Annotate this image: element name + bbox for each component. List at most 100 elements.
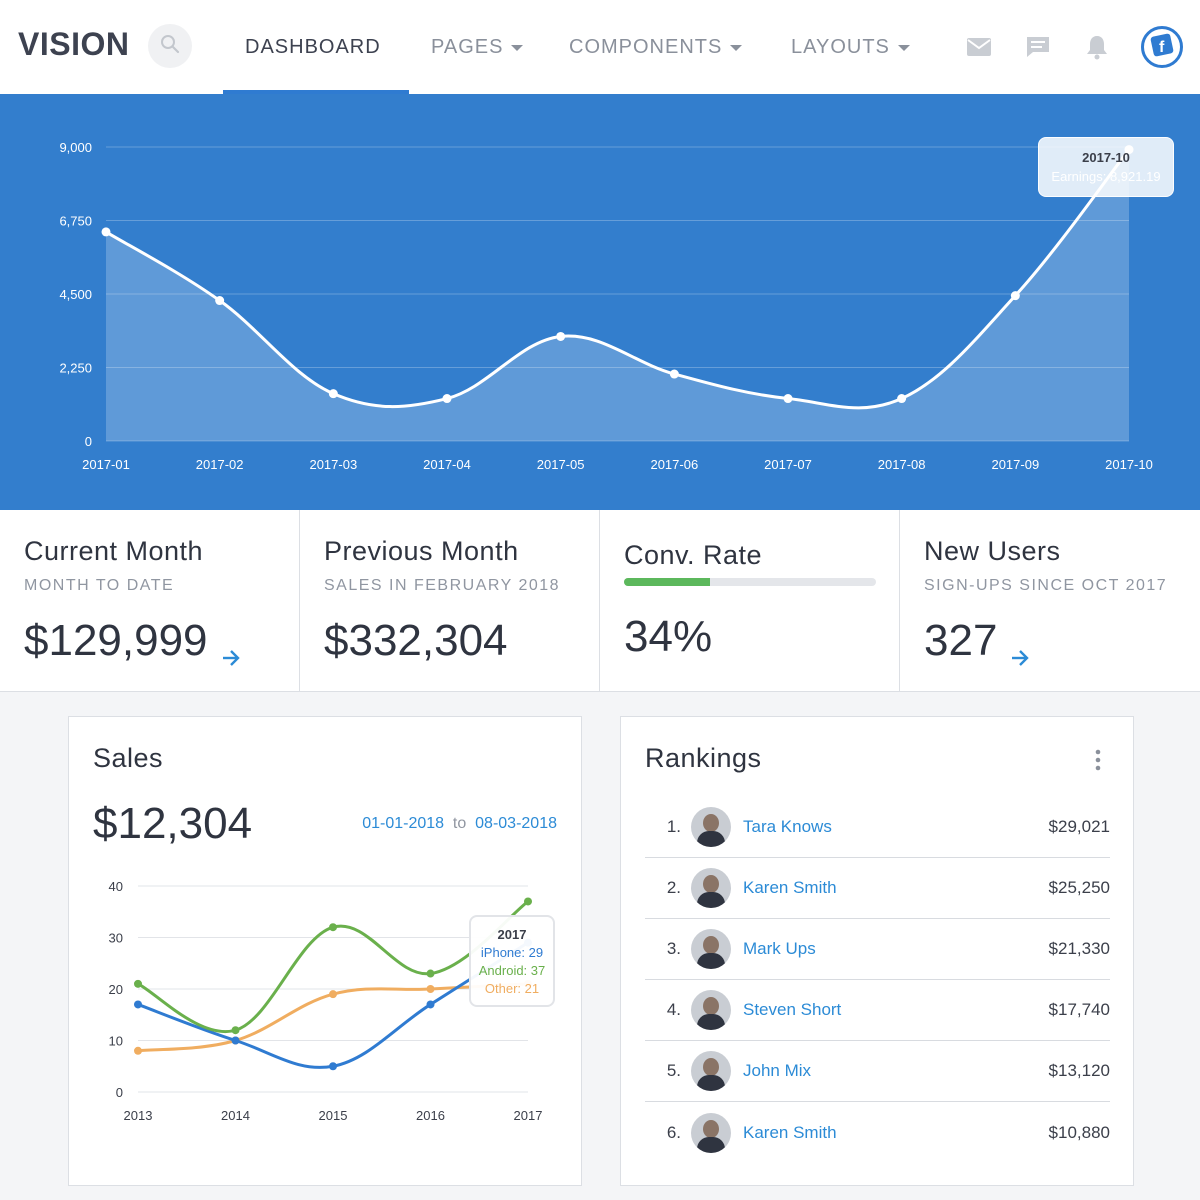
rank-name-link[interactable]: Karen Smith [743, 1123, 1020, 1143]
x-tick-label: 2017-06 [650, 457, 698, 472]
nav-layouts[interactable]: LAYOUTS [791, 0, 910, 94]
rank-amount: $17,740 [1048, 1000, 1110, 1019]
date-separator: to [452, 815, 467, 832]
ranking-row[interactable]: 3. Mark Ups $21,330 [645, 919, 1110, 980]
sales-tooltip-other: Other: 21 [484, 981, 540, 996]
stat-value: 327 [924, 616, 1031, 666]
y-tick-label: 4,500 [59, 287, 92, 302]
earnings-point [897, 394, 907, 404]
iphone-series-point [231, 1036, 240, 1045]
conv-rate-progress [624, 578, 876, 586]
earnings-tooltip-value: Earnings: 8,921.19 [1051, 169, 1161, 184]
rankings-list: 1. Tara Knows $29,021 2. Karen Smith $25… [645, 797, 1110, 1163]
rank-number: 4. [666, 1000, 681, 1019]
more-vertical-icon[interactable] [1095, 749, 1101, 771]
y-tick-label: 0 [85, 434, 92, 449]
android-series-point [426, 969, 435, 978]
other-series-point [426, 985, 435, 993]
sales-tooltip-android: Android: 37 [478, 963, 546, 978]
caret-down-icon [897, 45, 910, 51]
earnings-chart: 0 2,250 4,500 6,750 9,000 2017-01 2017-02 2017-… [0, 94, 1200, 510]
search-button[interactable] [148, 24, 192, 68]
avatar [691, 868, 731, 908]
bell-icon[interactable] [1083, 33, 1111, 61]
stats-row: Current Month MONTH TO DATE $129,999 Pre… [0, 510, 1200, 692]
sales-panel: 0 10 20 30 40 2013 2014 2015 2016 2017 Sales $12,… [68, 716, 582, 1186]
x-tick-label: 2013 [124, 1108, 153, 1123]
y-tick-label: 30 [109, 931, 123, 946]
avatar [691, 929, 731, 969]
ranking-row[interactable]: 4. Steven Short $17,740 [645, 980, 1110, 1041]
stat-current-month: Current Month MONTH TO DATE $129,999 [0, 510, 300, 692]
nav-dashboard[interactable]: DASHBOARD [245, 0, 381, 94]
search-icon [160, 34, 180, 59]
rank-name-link[interactable]: Karen Smith [743, 878, 1020, 898]
x-tick-label: 2017-09 [991, 457, 1039, 472]
earnings-point [669, 369, 679, 379]
brand-logo[interactable]: VISION [18, 26, 129, 63]
x-tick-label: 2016 [416, 1108, 445, 1123]
caret-down-icon [511, 45, 524, 51]
earnings-point [1010, 291, 1020, 301]
stat-value-text: $332,304 [324, 616, 508, 665]
y-tick-label: 2,250 [59, 361, 92, 376]
caret-down-icon [730, 45, 743, 51]
stat-value-text: 327 [924, 616, 998, 665]
x-tick-label: 2017-03 [309, 457, 357, 472]
other-series-point [329, 990, 337, 999]
y-tick-label: 6,750 [59, 214, 92, 229]
android-series-point [329, 923, 337, 932]
iphone-series-point [426, 1000, 435, 1009]
rankings-title: Rankings [645, 743, 762, 773]
nav-pages-label: PAGES [431, 35, 504, 58]
date-to-link[interactable]: 08-03-2018 [475, 815, 557, 832]
avatar [691, 1112, 731, 1153]
x-tick-label: 2017-10 [1105, 457, 1153, 472]
rank-name-link[interactable]: Tara Knows [743, 817, 1020, 837]
conv-rate-progress-fill [624, 578, 710, 586]
iphone-series-point [329, 1062, 337, 1071]
stat-value-text: $129,999 [24, 616, 208, 665]
sales-amount: $12,304 [93, 799, 253, 848]
top-navbar: VISION DASHBOARD PAGES COMPONENTS LAYOUT… [0, 0, 1200, 94]
stat-subtitle: MONTH TO DATE [24, 577, 175, 594]
earnings-point [101, 227, 111, 237]
sales-tooltip: 2017 iPhone: 29 Android: 37 Other: 21 [469, 915, 555, 1007]
avatar [691, 1051, 731, 1091]
earnings-point [442, 394, 452, 404]
user-avatar[interactable]: f [1141, 26, 1183, 68]
android-series-point [524, 897, 532, 906]
ranking-row[interactable]: 5. John Mix $13,120 [645, 1041, 1110, 1102]
ranking-row[interactable]: 6. Karen Smith $10,880 [645, 1102, 1110, 1163]
rank-amount: $10,880 [1048, 1122, 1110, 1142]
y-tick-label: 40 [109, 879, 123, 894]
earnings-point [556, 331, 566, 341]
stat-value: $332,304 [324, 616, 508, 666]
arrow-right-icon[interactable] [1009, 630, 1031, 666]
rank-number: 3. [666, 939, 681, 958]
ranking-row[interactable]: 1. Tara Knows $29,021 [645, 797, 1110, 858]
rank-amount: $21,330 [1048, 939, 1110, 958]
avatar [691, 990, 731, 1030]
nav-components[interactable]: COMPONENTS [569, 0, 743, 94]
stat-subtitle: SALES IN FEBRUARY 2018 [324, 577, 561, 594]
x-tick-label: 2017-04 [423, 457, 471, 472]
sales-title: Sales [93, 743, 164, 773]
mail-icon[interactable] [965, 33, 993, 61]
other-series-point [134, 1046, 142, 1055]
stat-value: 34% [624, 612, 712, 662]
nav-pages[interactable]: PAGES [431, 0, 524, 94]
sales-tooltip-iphone: iPhone: 29 [480, 945, 544, 960]
y-tick-label: 9,000 [59, 140, 92, 155]
nav-dashboard-label: DASHBOARD [245, 35, 381, 58]
sales-tooltip-title: 2017 [497, 927, 527, 942]
rank-name-link[interactable]: John Mix [743, 1061, 1020, 1081]
rank-name-link[interactable]: Mark Ups [743, 939, 1020, 959]
rank-name-link[interactable]: Steven Short [743, 1000, 1020, 1020]
arrow-right-icon[interactable] [220, 630, 242, 666]
stat-title: Previous Month [324, 536, 519, 566]
ranking-row[interactable]: 2. Karen Smith $25,250 [645, 858, 1110, 919]
y-tick-label: 0 [116, 1085, 123, 1100]
chat-icon[interactable] [1024, 33, 1052, 61]
date-from-link[interactable]: 01-01-2018 [362, 815, 444, 832]
